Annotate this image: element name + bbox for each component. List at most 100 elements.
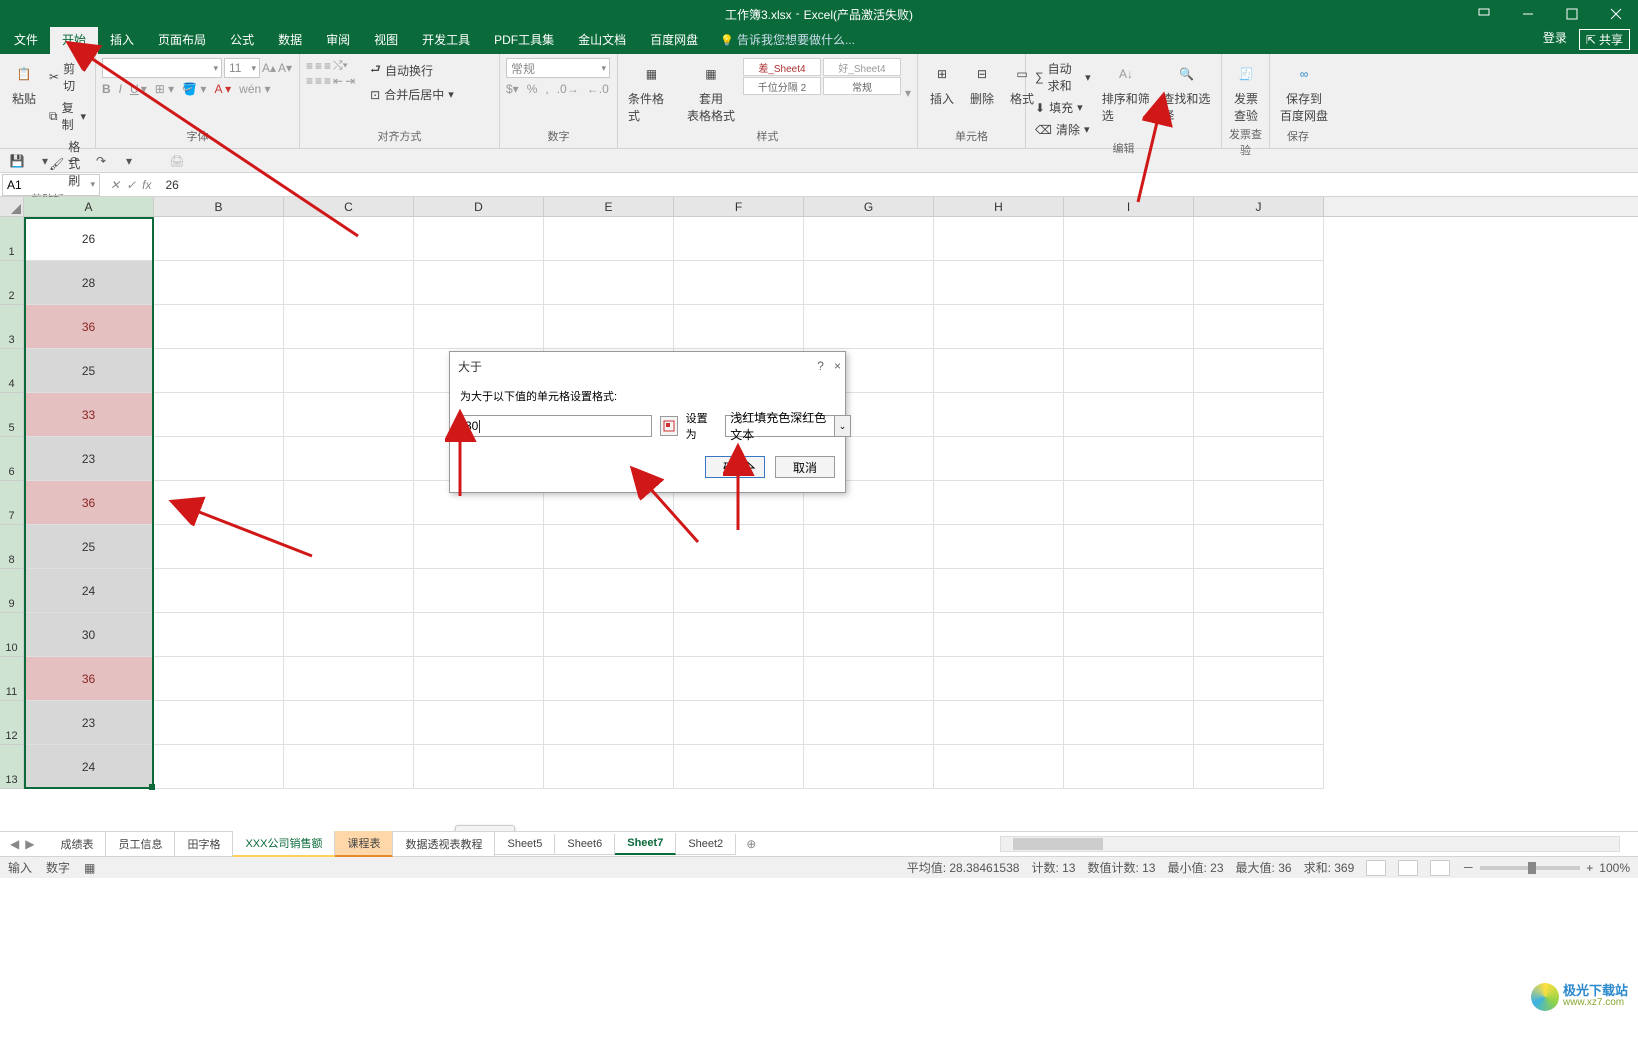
cell[interactable] [1064,305,1194,349]
cell[interactable] [934,305,1064,349]
row-header[interactable]: 10 [0,613,24,657]
cell[interactable] [674,701,804,745]
orientation-icon[interactable]: ⤭▾ [333,58,348,73]
dec-decimal-icon[interactable]: ←.0 [587,82,609,96]
sheet-tab[interactable]: 成绩表 [48,832,106,857]
cell[interactable] [804,613,934,657]
cell[interactable] [414,613,544,657]
paste-button[interactable]: 📋粘贴 [6,58,42,109]
row-header[interactable]: 9 [0,569,24,613]
cell[interactable] [674,745,804,789]
cell[interactable]: 26 [24,217,154,261]
tab-view[interactable]: 视图 [362,27,410,54]
tab-developer[interactable]: 开发工具 [410,27,482,54]
row-header[interactable]: 8 [0,525,24,569]
cell[interactable] [414,217,544,261]
sheet-tab[interactable]: 员工信息 [106,832,175,857]
minimize-icon[interactable] [1506,0,1550,28]
indent-inc-icon[interactable]: ⇥ [345,74,355,88]
cell[interactable]: 24 [24,745,154,789]
cell[interactable] [414,261,544,305]
cell[interactable] [1194,613,1324,657]
tab-review[interactable]: 审阅 [314,27,362,54]
cell[interactable] [1064,393,1194,437]
view-layout-icon[interactable] [1398,860,1418,876]
cell[interactable] [934,657,1064,701]
tab-data[interactable]: 数据 [266,27,314,54]
cell[interactable] [1064,217,1194,261]
col-header[interactable]: A [24,197,154,216]
cell[interactable] [1064,437,1194,481]
view-normal-icon[interactable] [1366,860,1386,876]
col-header[interactable]: H [934,197,1064,216]
align-left-icon[interactable]: ≡ [306,74,313,88]
sheet-tab[interactable]: XXX公司销售额 [233,831,335,857]
cell[interactable] [154,261,284,305]
cell[interactable] [414,745,544,789]
col-header[interactable]: F [674,197,804,216]
cell[interactable] [284,657,414,701]
sheet-tab[interactable]: 课程表 [335,831,393,857]
horizontal-scrollbar[interactable] [1000,836,1620,852]
cell[interactable]: 23 [24,437,154,481]
cell-style-comma[interactable]: 千位分隔 2 [743,77,821,95]
cell[interactable] [284,437,414,481]
cell[interactable] [804,657,934,701]
conditional-format-button[interactable]: ▦条件格式 [624,58,679,126]
cell[interactable] [544,217,674,261]
number-format-combo[interactable]: 常规 [506,58,610,78]
cell[interactable] [544,745,674,789]
wrap-text-button[interactable]: ⮐自动换行 [367,58,457,83]
cell[interactable] [284,393,414,437]
cell-style-good[interactable]: 好_Sheet4 [823,58,901,76]
qat-print-icon[interactable]: 🖨 [168,152,186,170]
sort-filter-button[interactable]: A↓排序和筛选 [1098,58,1155,126]
cell-style-normal[interactable]: 常规 [823,77,901,95]
cell[interactable] [804,569,934,613]
cell[interactable] [284,569,414,613]
cell[interactable] [544,569,674,613]
cell[interactable] [674,657,804,701]
col-header[interactable]: G [804,197,934,216]
inc-decimal-icon[interactable]: .0→ [557,82,579,96]
tab-nav-next-icon[interactable]: ▶ [25,837,34,851]
cell[interactable] [1194,569,1324,613]
cell[interactable] [544,305,674,349]
cell[interactable] [284,481,414,525]
qat-dropdown-icon[interactable]: ▾ [36,152,54,170]
sheet-tab-active[interactable]: Sheet7 [615,833,676,855]
cell[interactable] [934,217,1064,261]
dialog-close-icon[interactable]: × [834,359,841,373]
cell[interactable] [1194,525,1324,569]
cell[interactable] [1194,481,1324,525]
cell[interactable] [154,569,284,613]
zoom-slider[interactable] [1480,866,1580,870]
qat-save-icon[interactable]: 💾 [8,152,26,170]
row-header[interactable]: 7 [0,481,24,525]
zoom-out-button[interactable]: － [1462,859,1474,876]
tab-home[interactable]: 开始 [50,27,98,54]
cell[interactable]: 25 [24,525,154,569]
qat-redo-icon[interactable]: ↷ [92,152,110,170]
cell[interactable] [544,261,674,305]
cell[interactable]: 23 [24,701,154,745]
cell[interactable] [284,305,414,349]
cell[interactable] [154,437,284,481]
cell[interactable] [804,305,934,349]
ribbon-options-icon[interactable] [1462,0,1506,28]
cancel-entry-icon[interactable]: ✕ [110,178,120,192]
maximize-icon[interactable] [1550,0,1594,28]
cell[interactable]: 24 [24,569,154,613]
cell[interactable] [934,349,1064,393]
align-right-icon[interactable]: ≡ [324,74,331,88]
tab-nav-prev-icon[interactable]: ◀ [10,837,19,851]
tab-jinshan[interactable]: 金山文档 [566,27,638,54]
tab-file[interactable]: 文件 [2,27,50,54]
cell[interactable] [544,525,674,569]
font-size-combo[interactable]: 11 [224,58,260,78]
currency-icon[interactable]: $▾ [506,82,519,96]
find-select-button[interactable]: 🔍查找和选择 [1158,58,1215,126]
cell[interactable] [804,525,934,569]
cell[interactable] [1194,217,1324,261]
cell[interactable] [284,701,414,745]
